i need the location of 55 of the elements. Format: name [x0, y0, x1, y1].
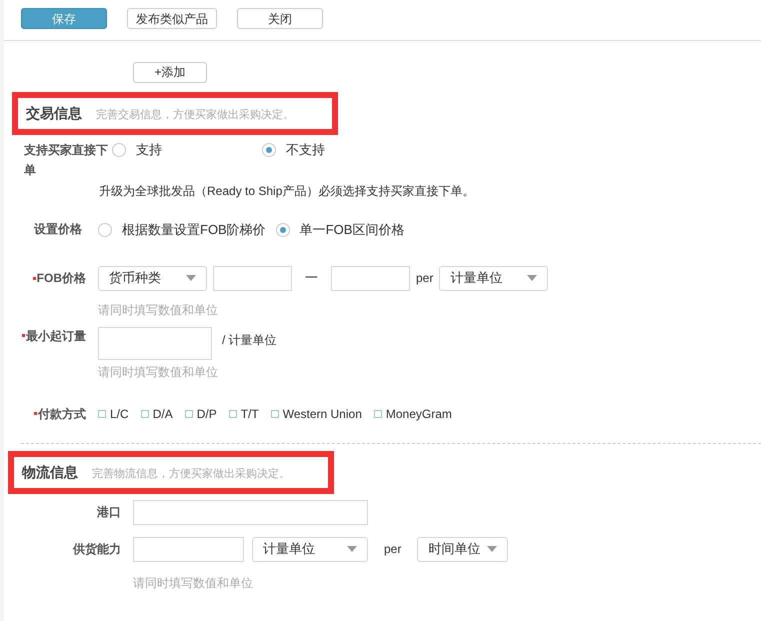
input-field[interactable] [98, 326, 212, 360]
hint-text: 请同时填写数值和单位 [98, 364, 219, 380]
dropdown-select[interactable]: 货币种类 [98, 266, 207, 290]
radio-label: 根据数量设置FOB阶梯价 [122, 221, 266, 239]
checkbox[interactable] [140, 410, 149, 418]
field-label: 港口 [97, 504, 121, 521]
checkbox-label: D/P [196, 406, 217, 422]
add-button[interactable]: +添加 [133, 62, 207, 82]
field-label: FOB价格 [36, 270, 86, 287]
checkbox-label: D/A [152, 406, 173, 422]
checkbox[interactable] [228, 410, 237, 418]
checkbox-label: Western Union [282, 406, 362, 422]
checkbox[interactable] [270, 410, 279, 418]
radio-label: 支持 [136, 141, 162, 159]
radio-label: 单一FOB区间价格 [300, 221, 404, 239]
per-text: per [383, 541, 402, 558]
section-title: 物流信息 [22, 462, 78, 482]
dropdown-caret-icon [487, 546, 498, 552]
field-label: 支持买家直接下单 [24, 143, 108, 177]
dropdown-select[interactable]: 时间单位 [417, 536, 508, 562]
checkbox-label: T/T [240, 406, 259, 422]
hint-text: 请同时填写数值和单位 [98, 302, 219, 318]
field-label: 供货能力 [73, 541, 121, 558]
checkbox-label: MoneyGram [386, 406, 452, 422]
radio-button[interactable] [112, 142, 126, 157]
range-separator: 一 [304, 269, 319, 288]
radio-button[interactable] [262, 142, 276, 157]
field-label: 设置价格 [34, 221, 82, 238]
hint-text: 请同时填写数值和单位 [133, 574, 254, 592]
dropdown-select[interactable]: 计量单位 [252, 536, 368, 562]
dropdown-select[interactable]: 计量单位 [439, 266, 548, 290]
note-text: 升级为全球批发品（Ready to Ship产品）必须选择支持买家直接下单。 [99, 183, 476, 200]
radio-button[interactable] [276, 222, 290, 237]
toolbar-button[interactable]: 发布类似产品 [127, 8, 217, 29]
per-text: per [416, 270, 434, 287]
section-title: 交易信息 [26, 104, 82, 123]
section-hint: 完善交易信息，方便买家做出采购决定。 [96, 108, 294, 123]
section-hint: 完善物流信息，方便买家做出采购决定。 [92, 466, 290, 482]
toolbar-button[interactable]: 关闭 [237, 8, 323, 29]
input-field[interactable] [331, 266, 410, 290]
field-label: 最小起订量 [26, 328, 86, 344]
input-field[interactable] [213, 266, 292, 290]
dropdown-caret-icon [527, 275, 538, 281]
checkbox[interactable] [98, 410, 106, 418]
checkbox[interactable] [374, 410, 382, 418]
radio-button[interactable] [98, 222, 112, 237]
unit-text: / 计量单位 [222, 332, 277, 348]
field-label: 付款方式 [38, 406, 86, 422]
radio-label: 不支持 [286, 141, 325, 159]
dropdown-caret-icon [186, 275, 196, 281]
checkbox-label: L/C [110, 406, 129, 422]
dropdown-caret-icon [347, 546, 357, 552]
checkbox[interactable] [184, 410, 193, 418]
input-field[interactable] [133, 500, 368, 524]
input-field[interactable] [133, 536, 244, 562]
